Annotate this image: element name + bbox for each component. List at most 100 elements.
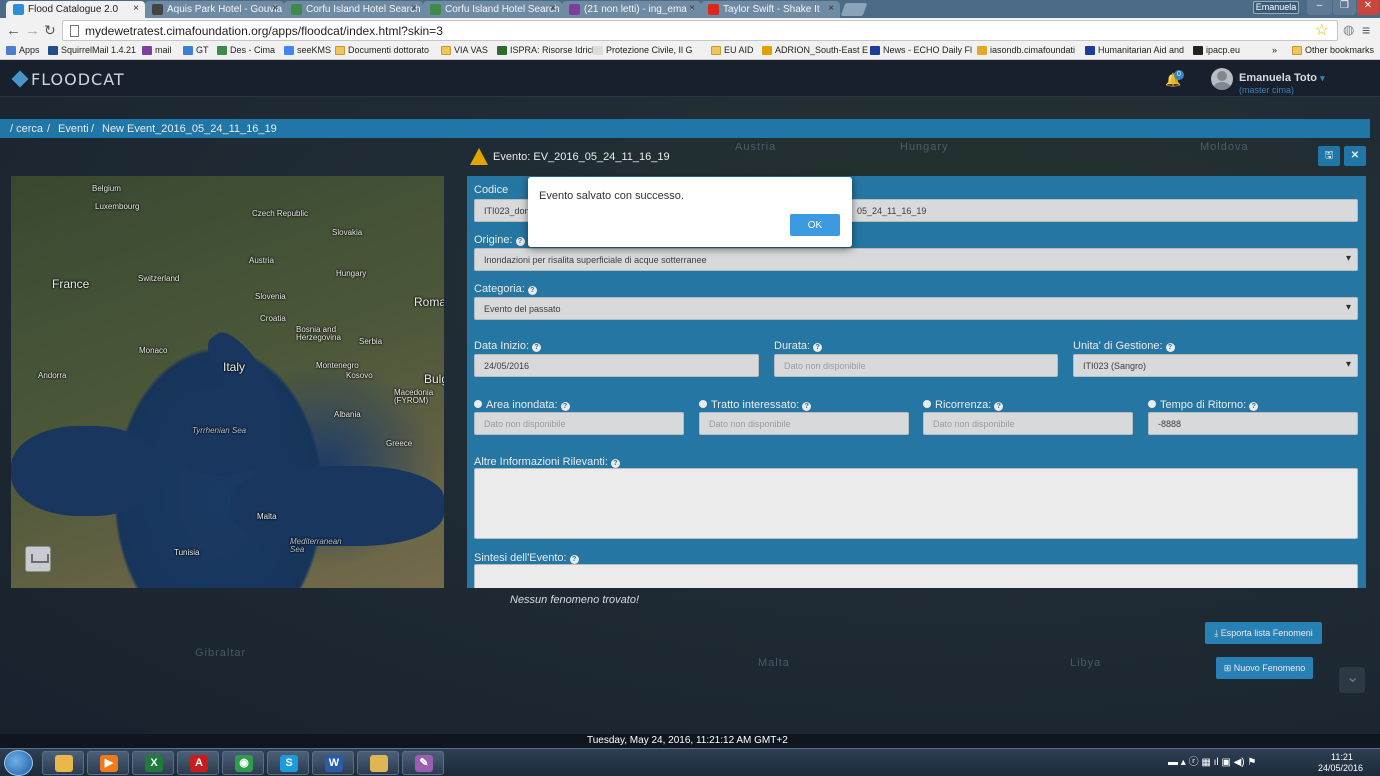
tab-close-icon[interactable]: × (828, 3, 834, 14)
bookmark-favicon-icon (1193, 46, 1203, 55)
bookmarks-overflow-icon[interactable]: » (1272, 45, 1277, 55)
forward-arrow-icon[interactable]: → (25, 22, 40, 39)
folder-icon (441, 46, 451, 55)
tab-close-icon[interactable]: × (689, 3, 695, 14)
taskbar-app-button[interactable]: X (132, 751, 174, 775)
taskbar-app-button[interactable]: ✎ (402, 751, 444, 775)
tab-close-icon[interactable]: × (550, 3, 556, 14)
new-tab-button[interactable] (840, 3, 868, 16)
bookmark-label: VIA VAS (454, 45, 488, 55)
bookmark-item[interactable]: Protezione Civile, Il G (593, 45, 693, 55)
bookmark-item[interactable]: ipacp.eu (1193, 45, 1240, 55)
taskbar-app-button[interactable]: ◉ (222, 751, 264, 775)
taskbar-app-button[interactable]: A (177, 751, 219, 775)
app-footer: Tuesday, May 24, 2016, 11:21:12 AM GMT+2 (0, 734, 1380, 748)
maximize-button[interactable]: ❐ (1333, 0, 1356, 15)
bookmark-item[interactable]: Documenti dottorato (335, 45, 429, 55)
folder-icon (335, 46, 345, 55)
dialog-message: Evento salvato con successo. (539, 190, 684, 202)
system-tray[interactable]: ▬ ▴ ⓡ ▦ ıl ▣ ◀) ⚑ (1168, 753, 1256, 768)
bookmark-label: ipacp.eu (1206, 45, 1241, 55)
bookmark-label: Other bookmarks (1305, 45, 1375, 55)
tab-favicon-icon (430, 4, 441, 15)
tab-title: (21 non letti) - ing_ema - (584, 4, 693, 15)
tab-favicon-icon (708, 4, 719, 15)
browser-tab[interactable]: (21 non letti) - ing_ema - × (562, 1, 701, 18)
bookmark-item[interactable]: Des - Cima (217, 45, 275, 55)
folder-icon (1292, 46, 1302, 55)
browser-tab[interactable]: Corfu Island Hotel Search × (284, 1, 423, 18)
tab-close-icon[interactable]: × (133, 3, 139, 14)
bookmark-favicon-icon (762, 46, 772, 55)
window-close-button[interactable]: ✕ (1357, 0, 1379, 15)
url-input[interactable]: mydewetratest.cimafoundation.org/apps/fl… (62, 20, 1338, 41)
bookmark-label: Humanitarian Aid and (1098, 45, 1185, 55)
bookmark-item[interactable]: News - ECHO Daily Fl (870, 45, 972, 55)
windows-start-button[interactable] (4, 750, 33, 776)
tab-title: Corfu Island Hotel Search (306, 4, 421, 15)
bookmark-favicon-icon (593, 46, 603, 55)
browser-tab-strip: Flood Catalogue 2.0 × Aquis Park Hotel - G… (0, 0, 1380, 18)
clock-date[interactable]: 24/05/2016 (1318, 763, 1363, 773)
extension-icon[interactable]: ◍ (1343, 22, 1354, 38)
bookmark-item[interactable]: mail (142, 45, 172, 55)
bookmark-label: SquirrelMail 1.4.21 (61, 45, 137, 55)
success-dialog: Evento salvato con successo. OK (528, 177, 852, 247)
bookmark-favicon-icon (142, 46, 152, 55)
bookmark-item[interactable]: Humanitarian Aid and (1085, 45, 1184, 55)
bookmark-favicon-icon (1085, 46, 1095, 55)
browser-toolbar: ← → ↻ mydewetratest.cimafoundation.org/a… (0, 18, 1380, 43)
bookmark-item[interactable]: VIA VAS (441, 45, 488, 55)
tab-favicon-icon (291, 4, 302, 15)
chrome-menu-icon[interactable]: ≡ (1362, 22, 1370, 38)
bookmark-item[interactable]: iasondb.cimafoundati (977, 45, 1075, 55)
bookmark-favicon-icon (977, 46, 987, 55)
back-arrow-icon[interactable]: ← (6, 22, 21, 39)
word-icon: W (325, 755, 343, 772)
bookmark-item[interactable]: Apps (6, 45, 40, 55)
browser-tab[interactable]: Corfu Island Hotel Search × (423, 1, 562, 18)
bookmark-label: ISPRA: Risorse Idriche (510, 45, 603, 55)
skype-icon: S (280, 755, 298, 772)
minimize-button[interactable]: ‒ (1307, 0, 1332, 15)
bookmark-star-icon[interactable]: ☆ (1315, 20, 1329, 40)
reload-icon[interactable]: ↻ (44, 22, 56, 39)
taskbar-app-button[interactable]: S (267, 751, 309, 775)
url-text: mydewetratest.cimafoundation.org/apps/fl… (85, 24, 443, 38)
bookmark-item[interactable]: Other bookmarks (1292, 45, 1374, 55)
bookmark-item[interactable]: EU AID (711, 45, 754, 55)
tab-title: Aquis Park Hotel - Gouvia (167, 4, 283, 15)
bookmark-favicon-icon (284, 46, 294, 55)
browser-tab[interactable]: Aquis Park Hotel - Gouvia × (145, 1, 284, 18)
browser-tab[interactable]: Flood Catalogue 2.0 × (6, 1, 145, 18)
bookmark-item[interactable]: SquirrelMail 1.4.21 (48, 45, 136, 55)
browser-tab[interactable]: Taylor Swift - Shake It × (701, 1, 840, 18)
profile-chip[interactable]: Emanuela (1253, 1, 1299, 14)
taskbar-app-button[interactable]: W (312, 751, 354, 775)
page-icon (70, 25, 79, 37)
bookmark-item[interactable]: ISPRA: Risorse Idriche (497, 45, 602, 55)
tab-close-icon[interactable]: × (272, 3, 278, 14)
bookmark-label: Des - Cima (230, 45, 276, 55)
bookmark-label: ADRION_South-East E (775, 45, 869, 55)
tab-close-icon[interactable]: × (411, 3, 417, 14)
modal-overlay (0, 60, 1380, 734)
bookmark-item[interactable]: seeKMS (284, 45, 331, 55)
chrome-icon: ◉ (235, 755, 253, 772)
taskbar-app-button[interactable] (42, 751, 84, 775)
explorer-icon (55, 755, 73, 772)
taskbar-app-button[interactable] (357, 751, 399, 775)
bookmark-label: Protezione Civile, Il G (606, 45, 693, 55)
folder-icon (370, 755, 388, 772)
ok-button[interactable]: OK (790, 214, 840, 236)
tab-title: Corfu Island Hotel Search (445, 4, 560, 15)
taskbar-app-button[interactable]: ▶ (87, 751, 129, 775)
tab-favicon-icon (152, 4, 163, 15)
bookmark-item[interactable]: GT (183, 45, 209, 55)
media-player-icon: ▶ (100, 755, 118, 772)
bookmark-favicon-icon (183, 46, 193, 55)
bookmark-item[interactable]: ADRION_South-East E (762, 45, 868, 55)
folder-icon (711, 46, 721, 55)
clock-time[interactable]: 11:21 (1331, 752, 1353, 762)
bookmark-favicon-icon (870, 46, 880, 55)
